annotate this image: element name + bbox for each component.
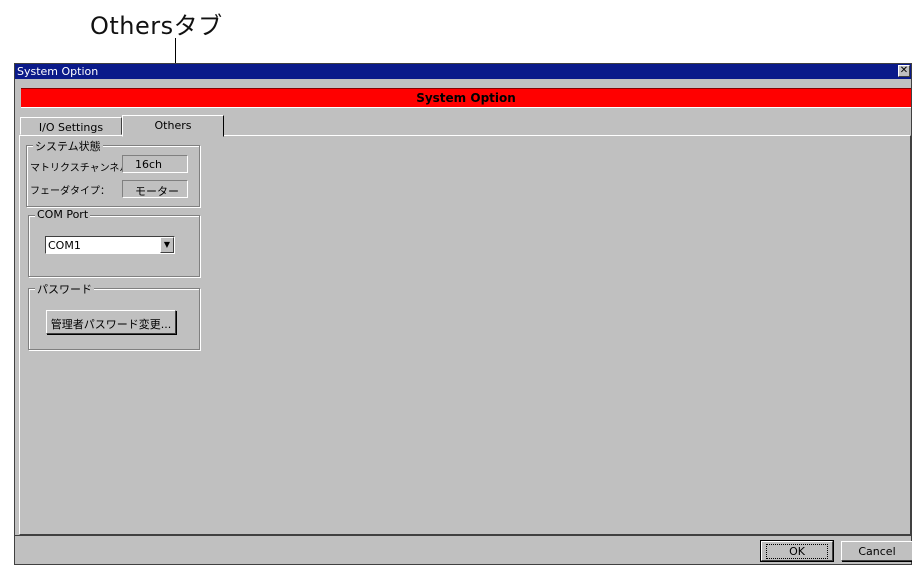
system-status-group: システム状態 マトリクスチャンネル数： 16ch フェーダタイプ： モーター <box>26 138 200 207</box>
close-icon: ✕ <box>899 65 909 76</box>
tab-others-label: Others <box>154 119 192 132</box>
change-admin-password-button[interactable]: 管理者パスワード変更... <box>46 310 176 334</box>
ok-button-label: OK <box>766 544 828 559</box>
tab-io-settings-label: I/O Settings <box>38 121 104 134</box>
others-tab-panel: システム状態 マトリクスチャンネル数： 16ch フェーダタイプ： モーター C… <box>19 135 911 535</box>
title-bar: System Option ✕ <box>15 64 911 79</box>
ok-button[interactable]: OK <box>760 540 834 562</box>
tab-others[interactable]: Others <box>122 115 224 137</box>
system-status-legend: システム状態 <box>33 138 103 154</box>
annotation-label: Othersタブ <box>90 12 223 40</box>
fader-type-value: モーター <box>122 180 188 198</box>
matrix-channel-value: 16ch <box>122 155 188 173</box>
password-group: パスワード 管理者パスワード変更... <box>28 281 200 350</box>
password-legend: パスワード <box>35 281 94 297</box>
cancel-button[interactable]: Cancel <box>841 541 912 561</box>
dialog-button-bar: OK Cancel <box>15 535 912 565</box>
tab-io-settings[interactable]: I/O Settings <box>20 117 122 135</box>
banner-title: System Option <box>416 91 516 105</box>
com-port-select[interactable]: COM1 ▼ <box>45 236 175 254</box>
window-title: System Option <box>17 65 99 78</box>
com-port-selected-value: COM1 <box>48 239 81 252</box>
chevron-down-icon[interactable]: ▼ <box>160 237 174 253</box>
fader-type-label: フェーダタイプ： <box>30 186 110 197</box>
com-port-group: COM Port COM1 ▼ <box>28 208 200 277</box>
com-port-legend: COM Port <box>35 208 91 221</box>
system-option-window: System Option ✕ System Option I/O Settin… <box>14 63 912 565</box>
header-banner: System Option <box>21 88 911 108</box>
close-button[interactable]: ✕ <box>898 65 910 77</box>
